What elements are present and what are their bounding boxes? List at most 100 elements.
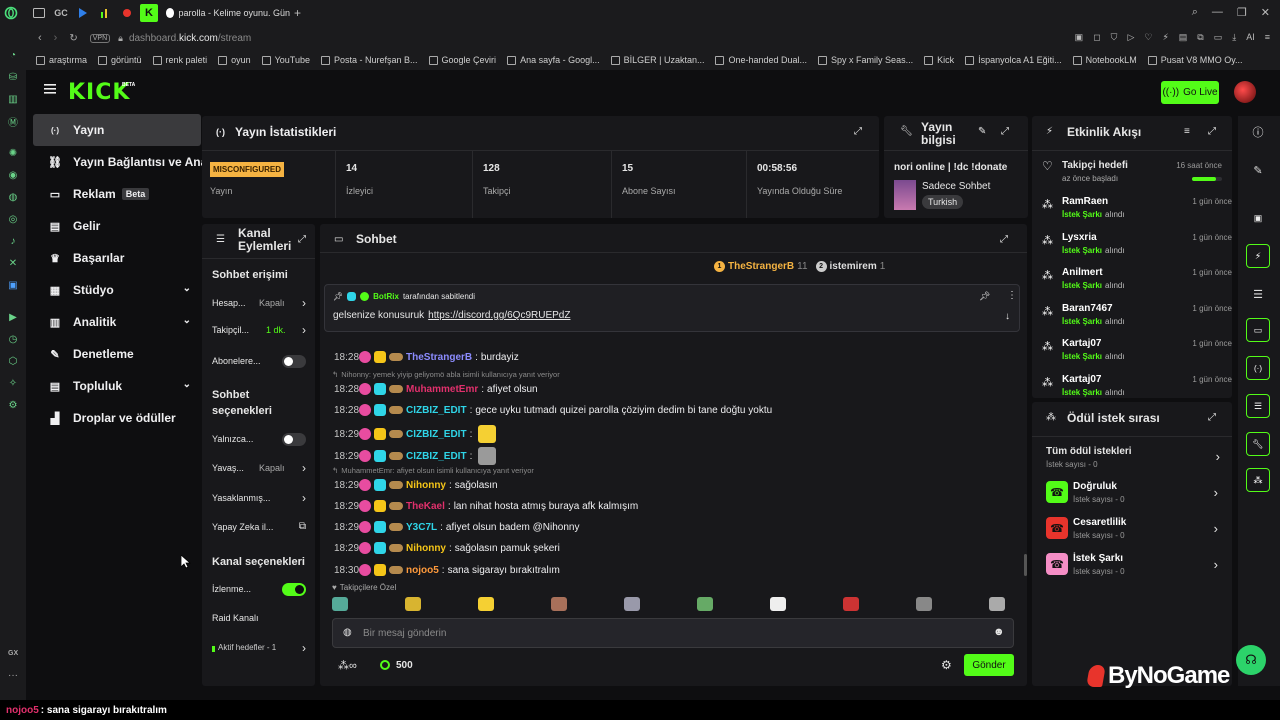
top-gifter[interactable]: 2 istemirem 1 [815,261,885,272]
search-icon[interactable]: ⌕ [1192,6,1198,19]
tab-icon-mail[interactable] [28,0,50,26]
extension-icon[interactable]: ⧉ [1197,32,1203,43]
emote-button[interactable] [551,597,567,611]
clock-icon[interactable]: ◷ [0,328,26,350]
activity-user[interactable]: Kartaj07 [1062,338,1101,349]
emote-button[interactable] [770,597,786,611]
m-app-icon[interactable]: Ⓜ [0,110,26,132]
channel-action-row[interactable]: Raid Kanalı [212,612,306,626]
restore-icon[interactable]: ❐ [1237,6,1247,19]
channel-action-row[interactable]: Abonelere... [212,355,306,369]
reward-row[interactable]: ☎ İstek Şarkı İstek sayısı - 0 › [1046,549,1218,581]
message-username[interactable]: CIZBIZ_EDIT [406,429,467,440]
reward-row[interactable]: ☎ Cesaretlilik İstek sayısı - 0 › [1046,513,1218,545]
shield-icon[interactable]: ⛉ [1111,32,1118,43]
reload-icon[interactable]: ↻ [69,33,77,44]
page-icon[interactable]: ▤ [1179,32,1188,43]
instagram-icon[interactable]: ◎ [0,208,26,230]
channel-action-row[interactable]: Takipçil... 1 dk. › [212,323,306,338]
x-icon[interactable]: ✕ [0,252,26,274]
emote-button[interactable] [697,597,713,611]
bookmark-item[interactable]: Pusat V8 MMO Oy... [1147,55,1243,65]
opera-logo-icon[interactable] [0,0,22,26]
message-username[interactable]: nojoo5 [406,565,439,576]
infinity-icon[interactable]: ⁂∞ [338,659,357,672]
bookmark-item[interactable]: araştırma [36,55,87,65]
more-icon[interactable]: ··· [8,670,18,681]
go-live-button[interactable]: ((·)) Go Live [1161,81,1219,104]
forward-icon[interactable]: › [54,32,58,44]
activity-user[interactable]: Baran7467 [1062,303,1113,314]
chat-settings-icon[interactable]: ⚙︎ [941,658,952,672]
chat-input[interactable]: ◍ Bir mesaj gönderin ☻ [332,618,1014,648]
message-username[interactable]: TheStrangerB [406,352,472,363]
message-username[interactable]: Nihonny [406,480,446,491]
bookmark-item[interactable]: BİLGER | Uzaktan... [610,55,704,65]
support-button[interactable]: ☊ [1236,645,1266,675]
info-icon[interactable]: ⓘ [1244,118,1272,146]
settings-icon[interactable]: ⚙︎ [0,394,26,416]
channel-action-row[interactable]: İzlenme... [212,583,306,597]
nav-item[interactable]: ▤ Gelir [33,210,201,242]
nav-item[interactable]: ▭ Reklam Beta [33,178,201,210]
minimize-icon[interactable]: — [1212,6,1223,19]
emoji-icon[interactable]: ☻ [993,626,1005,638]
popout-icon[interactable]: ⤢ [1001,126,1009,137]
wallet-icon[interactable]: ▭ [1214,32,1223,43]
message-username[interactable]: TheKael [406,501,445,512]
tab-icon-play[interactable] [72,0,94,26]
emote-button[interactable] [478,597,494,611]
toggle-switch[interactable] [282,433,306,446]
reward-rail-icon[interactable]: ⁂ [1244,466,1272,494]
pencil-icon[interactable]: ✎ [1244,156,1272,184]
message-username[interactable]: MuhammetEmr [406,384,478,395]
address-field[interactable]: dashboard.kick.com/stream [129,33,251,44]
emote-button[interactable] [916,597,932,611]
tiktok-icon[interactable]: ♪ [0,230,26,252]
message-username[interactable]: Y3C7L [406,522,437,533]
bookmark-item[interactable]: One-handed Dual... [715,55,807,65]
channel-action-row[interactable]: Yavaş... Kapalı › [212,461,306,476]
cube-icon[interactable]: ⬡ [0,350,26,372]
tab-icon-chart[interactable] [94,0,116,26]
activity-user[interactable]: RamRaen [1062,196,1108,207]
reply-context[interactable]: ↰ Nihonny: yemek yiyip geliyomö abla isim… [332,370,560,379]
menu-icon[interactable]: ≡ [1265,32,1270,43]
close-icon[interactable]: ✕ [1261,6,1270,19]
edit-icon[interactable]: ✎ [978,126,986,137]
chat-rail-icon[interactable]: ▭ [1244,316,1272,344]
puzzle-icon[interactable]: ✧ [0,372,26,394]
channel-action-row[interactable]: Hesap... Kapalı › [212,296,306,311]
channel-points[interactable]: 500 [396,660,413,671]
emote-button[interactable] [332,597,348,611]
tab-parolla[interactable]: parolla - Kelime oyunu. Gün [166,8,290,18]
nav-item[interactable]: ⛓ Yayın Bağlantısı ve Anahtarı [33,146,233,178]
unpin-icon[interactable]: 📌︎ [979,291,990,302]
tab-icon-gc[interactable]: GC [50,0,72,26]
back-icon[interactable]: ‹ [38,32,42,44]
actions-rail-icon[interactable]: ☰ [1244,392,1272,420]
collapse-icon[interactable]: ↓ [1005,311,1010,322]
snapshot-icon[interactable]: ◻ [1093,32,1100,43]
toggle-switch[interactable] [282,355,306,368]
bookmark-item[interactable]: görüntü [98,55,142,65]
bookmark-item[interactable]: Ana sayfa - Googl... [507,55,600,65]
emote-button[interactable] [843,597,859,611]
wrench-rail-icon[interactable]: 🔧︎ [1244,430,1272,458]
top-gifter[interactable]: 1 TheStrangerB 11 [714,261,808,272]
stats-rail-icon[interactable]: ▣ [1244,204,1272,232]
vpn-badge[interactable]: VPN [89,33,111,43]
bookmark-item[interactable]: renk paleti [152,55,207,65]
channel-action-row[interactable]: Yapay Zeka il... ⧉ [212,521,306,535]
activity-user[interactable]: Kartaj07 [1062,374,1101,385]
activity-user[interactable]: Lysxria [1062,232,1097,243]
tab-kick-active[interactable]: K [140,4,158,22]
app-blue-icon[interactable]: ▣ [0,274,26,296]
emote-button[interactable] [624,597,640,611]
nav-item[interactable]: ✎ Denetleme [33,338,201,370]
aria-icon[interactable]: ⛁ [0,66,26,88]
hamburger-icon[interactable] [44,84,56,94]
activity-user[interactable]: Anilmert [1062,267,1103,278]
broadcast-rail-icon[interactable]: (·) [1244,354,1272,382]
popout-icon[interactable]: ⤢ [1208,126,1216,137]
